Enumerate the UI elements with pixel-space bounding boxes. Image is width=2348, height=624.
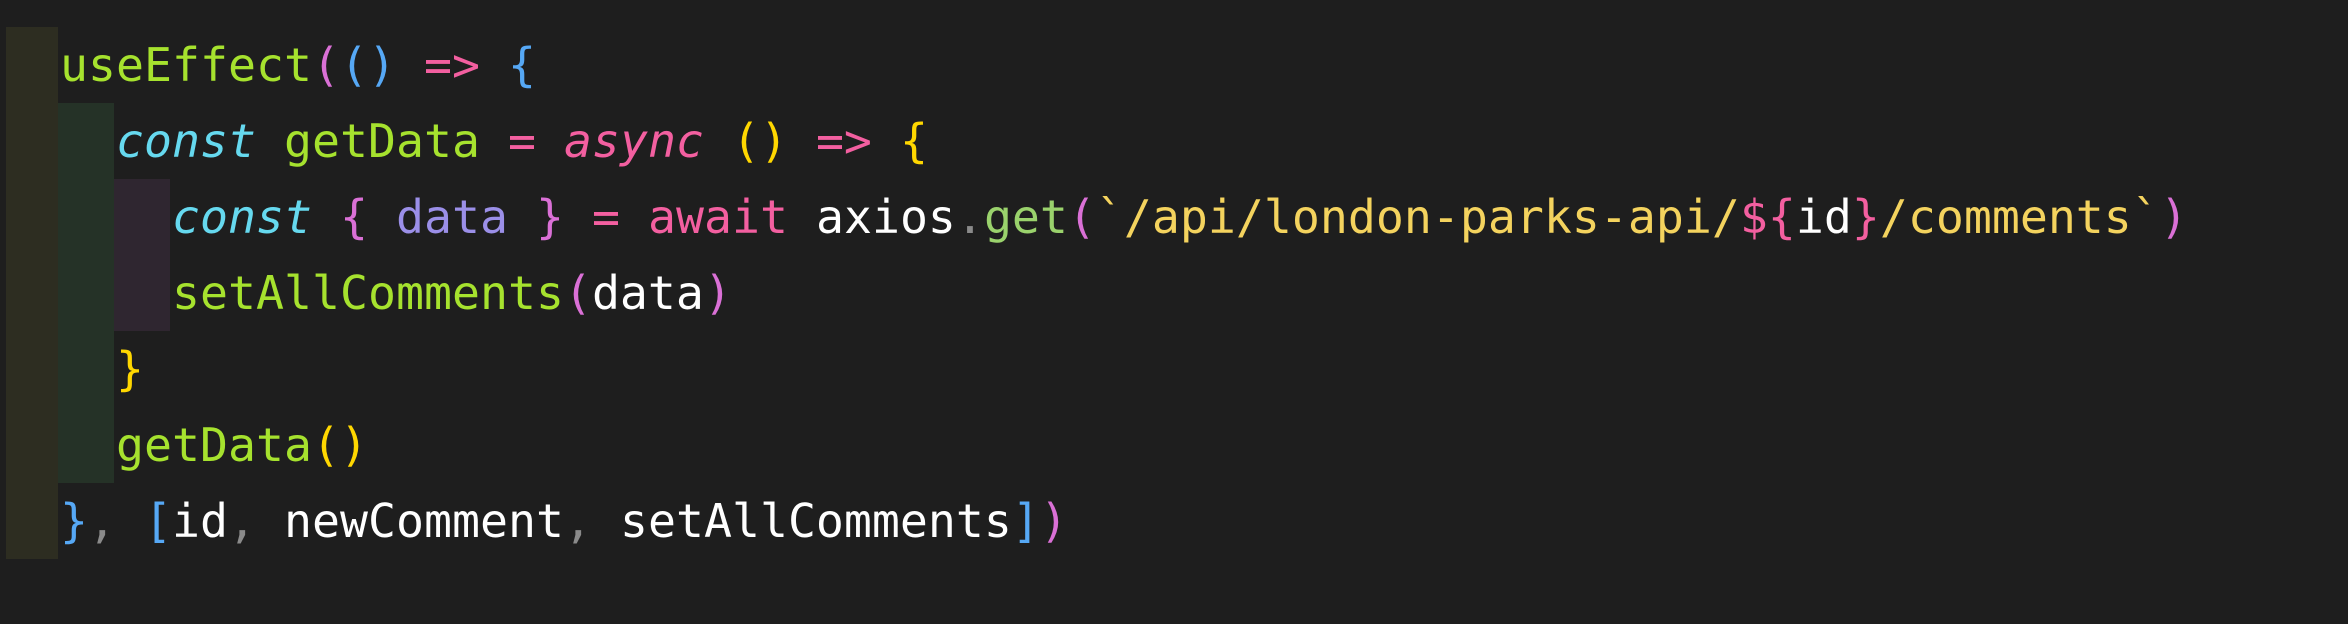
token-bracket: ) [703, 266, 732, 320]
token-brace: { [899, 114, 928, 168]
token-bracket: ) [2159, 190, 2188, 244]
token-brace: } [60, 494, 88, 548]
token-function-call: getData [116, 418, 312, 472]
token-operator: = [591, 190, 620, 244]
token-keyword: const [116, 114, 256, 168]
token-string: `/api/london-parks-api/ [1095, 190, 1740, 244]
token-identifier: newComment [284, 494, 564, 548]
token-identifier: setAllComments [619, 494, 1012, 548]
token-arrow-operator: => [815, 114, 872, 168]
token-bracket: ( [563, 266, 592, 320]
code-line-2: const getData = async () => { [60, 103, 2188, 179]
indent-guide-level-0 [6, 27, 58, 559]
token-template-close: } [1851, 190, 1880, 244]
token-brace: } [116, 342, 144, 396]
token-identifier: data [591, 266, 704, 320]
code-line-4: setAllComments(data) [60, 255, 2188, 331]
code-line-1: useEffect(() => { [60, 27, 2188, 103]
code-block[interactable]: useEffect(() => {const getData = async (… [60, 27, 2188, 559]
token-identifier: id [1795, 190, 1852, 244]
token-function-name: getData [283, 114, 480, 168]
token-bracket: ) [1039, 494, 1068, 548]
token-keyword: await [647, 190, 788, 244]
token-keyword: const [172, 190, 312, 244]
token-dot: . [955, 190, 984, 244]
token-bracket: () [731, 114, 788, 168]
code-line-5: } [60, 331, 2188, 407]
token-operator: = [507, 114, 536, 168]
code-line-6: getData() [60, 407, 2188, 483]
token-template-open: ${ [1739, 190, 1796, 244]
token-comma: , [88, 494, 116, 548]
token-bracket: () [339, 38, 396, 92]
token-bracket: ( [1067, 190, 1096, 244]
token-identifier: axios [815, 190, 956, 244]
token-method: get [983, 190, 1068, 244]
token-brace: { [507, 38, 536, 92]
token-keyword: async [563, 114, 704, 168]
token-comma: , [228, 494, 256, 548]
token-comma: , [563, 494, 592, 548]
token-function-call: setAllComments [172, 266, 564, 320]
token-brace: } [535, 190, 564, 244]
code-line-3: const { data } = await axios.get(`/api/l… [60, 179, 2188, 255]
token-string: /comments` [1879, 190, 2160, 244]
token-bracket: () [311, 418, 368, 472]
token-brace: { [339, 190, 368, 244]
token-bracket: ( [311, 38, 340, 92]
token-bracket: ] [1011, 494, 1040, 548]
token-variable: data [395, 190, 508, 244]
code-editor[interactable]: useEffect(() => {const getData = async (… [0, 0, 2348, 624]
token-bracket: [ [144, 494, 172, 548]
token-identifier: id [172, 494, 228, 548]
token-arrow-operator: => [423, 38, 480, 92]
code-line-7: }, [id, newComment, setAllComments]) [60, 483, 2188, 559]
token-function-name: useEffect [60, 38, 312, 92]
